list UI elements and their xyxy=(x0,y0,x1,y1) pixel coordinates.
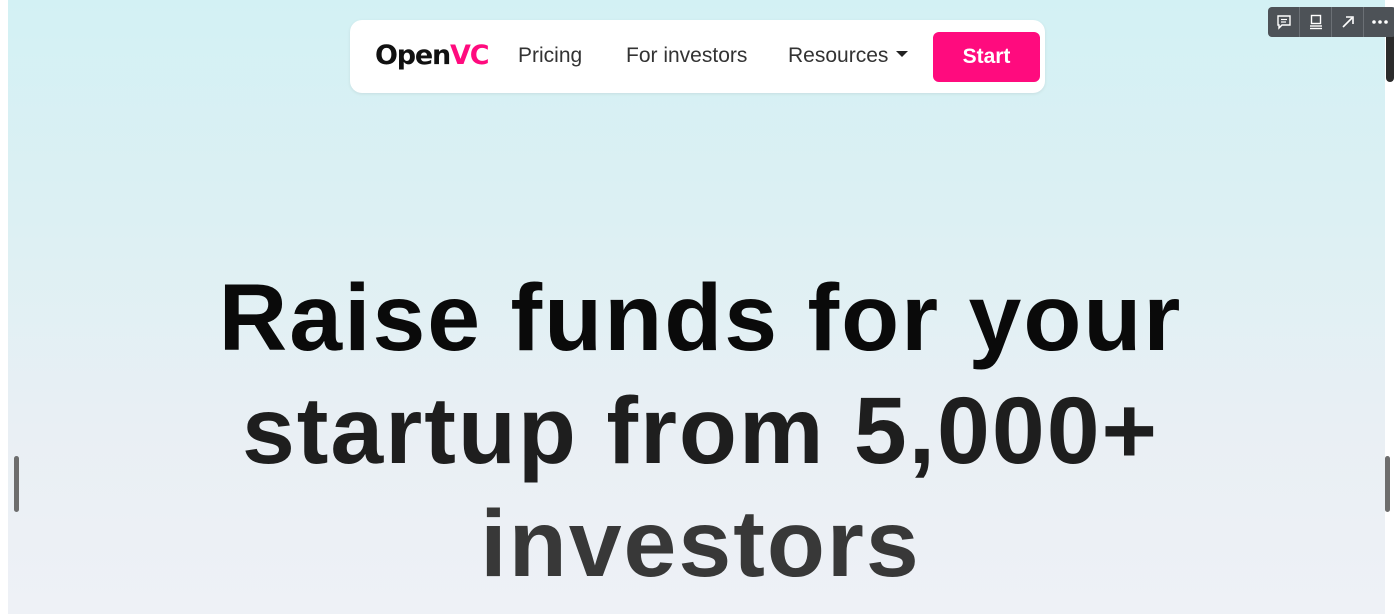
nav-resources-label: Resources xyxy=(788,44,889,67)
nav-link-pricing[interactable]: Pricing xyxy=(518,43,582,69)
top-navbar: OpenVC Pricing For investors Resources S… xyxy=(350,20,1045,93)
hero-line-1: Raise funds for your xyxy=(218,265,1183,371)
nav-link-for-investors[interactable]: For investors xyxy=(626,43,747,69)
open-external-icon[interactable] xyxy=(1332,7,1364,37)
logo-text-open: Open xyxy=(375,40,451,71)
hero-line-2: startup from 5,000+ xyxy=(241,378,1160,484)
right-resize-handle[interactable] xyxy=(1385,456,1390,512)
comment-icon[interactable] xyxy=(1268,7,1300,37)
floating-toolbar xyxy=(1268,7,1394,37)
logo-text-vc: VC xyxy=(450,40,490,71)
nav-dropdown-resources[interactable]: Resources xyxy=(788,43,909,69)
layout-icon[interactable] xyxy=(1300,7,1332,37)
page-background: OpenVC Pricing For investors Resources S… xyxy=(8,0,1385,614)
hero-line-3: investors xyxy=(480,491,921,597)
more-icon[interactable] xyxy=(1364,7,1394,37)
caret-down-icon xyxy=(896,51,909,58)
hero-headline: Raise funds for your startup from 5,000+… xyxy=(8,262,1385,601)
openvc-logo[interactable]: OpenVC xyxy=(375,39,490,73)
start-button[interactable]: Start xyxy=(933,32,1040,82)
left-resize-handle[interactable] xyxy=(14,456,19,512)
